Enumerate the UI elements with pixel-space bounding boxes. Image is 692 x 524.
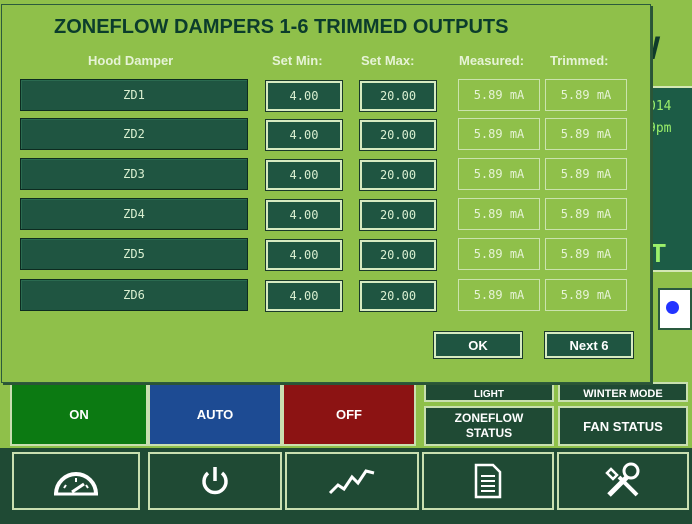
trimmed-outputs-dialog: ZONEFLOW DAMPERS 1-6 TRIMMED OUTPUTS Hoo… xyxy=(1,4,651,383)
background-status-fragment: T xyxy=(650,238,666,268)
off-button[interactable]: OFF xyxy=(282,382,416,446)
power-icon xyxy=(202,467,228,495)
damper-name-zd5: ZD5 xyxy=(20,238,248,270)
gauge-icon xyxy=(54,472,98,496)
trimmed-value-zd1: 5.89 mA xyxy=(545,79,627,111)
background-date: 014 xyxy=(648,99,672,114)
nav-tools-button[interactable] xyxy=(557,452,689,510)
column-header-trimmed: Trimmed: xyxy=(550,53,609,68)
damper-name-zd3: ZD3 xyxy=(20,158,248,190)
trend-icon xyxy=(328,469,375,495)
column-header-hood-damper: Hood Damper xyxy=(88,53,174,68)
trimmed-value-zd6: 5.89 mA xyxy=(545,279,627,311)
indicator-dot-icon xyxy=(666,301,679,314)
light-button[interactable]: LIGHT xyxy=(424,382,554,402)
set-max-input-zd2[interactable]: 20.00 xyxy=(360,120,436,150)
fan-status-button[interactable]: FAN STATUS xyxy=(558,406,688,446)
nav-trend-button[interactable] xyxy=(285,452,419,510)
on-button-label: ON xyxy=(69,406,89,422)
trimmed-value-zd5: 5.89 mA xyxy=(545,238,627,270)
measured-value-zd5: 5.89 mA xyxy=(458,238,540,270)
winter-mode-button[interactable]: WINTER MODE xyxy=(558,382,688,402)
winter-mode-button-label: WINTER MODE xyxy=(583,388,663,400)
dialog-title: ZONEFLOW DAMPERS 1-6 TRIMMED OUTPUTS xyxy=(54,16,509,38)
zoneflow-status-button-label: ZONEFLOW STATUS xyxy=(454,411,524,440)
damper-name-zd4: ZD4 xyxy=(20,198,248,230)
column-header-set-min: Set Min: xyxy=(272,53,323,68)
trimmed-value-zd4: 5.89 mA xyxy=(545,198,627,230)
set-min-input-zd1[interactable]: 4.00 xyxy=(266,81,342,111)
tools-icon xyxy=(605,462,640,497)
ok-button[interactable]: OK xyxy=(434,332,522,358)
next-6-button[interactable]: Next 6 xyxy=(545,332,633,358)
set-min-input-zd5[interactable]: 4.00 xyxy=(266,240,342,270)
set-min-input-zd3[interactable]: 4.00 xyxy=(266,160,342,190)
fan-status-button-label: FAN STATUS xyxy=(583,418,663,434)
set-max-input-zd3[interactable]: 20.00 xyxy=(360,160,436,190)
nav-gauge-button[interactable] xyxy=(12,452,140,510)
auto-button-label: AUTO xyxy=(196,406,234,422)
set-min-input-zd6[interactable]: 4.00 xyxy=(266,281,342,311)
damper-name-zd1: ZD1 xyxy=(20,79,248,111)
set-max-input-zd5[interactable]: 20.00 xyxy=(360,240,436,270)
damper-name-zd6: ZD6 xyxy=(20,279,248,311)
measured-value-zd6: 5.89 mA xyxy=(458,279,540,311)
background-time: 9pm xyxy=(648,121,672,136)
light-button-label: LIGHT xyxy=(474,389,504,400)
set-max-input-zd4[interactable]: 20.00 xyxy=(360,200,436,230)
trimmed-value-zd2: 5.89 mA xyxy=(545,118,627,150)
auto-button[interactable]: AUTO xyxy=(148,382,282,446)
document-icon xyxy=(474,463,502,499)
nav-power-button[interactable] xyxy=(148,452,282,510)
column-header-measured: Measured: xyxy=(459,53,525,68)
measured-value-zd4: 5.89 mA xyxy=(458,198,540,230)
measured-value-zd1: 5.89 mA xyxy=(458,79,540,111)
set-min-input-zd4[interactable]: 4.00 xyxy=(266,200,342,230)
damper-name-zd2: ZD2 xyxy=(20,118,248,150)
on-button[interactable]: ON xyxy=(10,382,148,446)
set-max-input-zd6[interactable]: 20.00 xyxy=(360,281,436,311)
measured-value-zd2: 5.89 mA xyxy=(458,118,540,150)
background-date-time: 014 9pm xyxy=(648,96,671,140)
column-header-set-max: Set Max: xyxy=(361,53,415,68)
trimmed-value-zd3: 5.89 mA xyxy=(545,158,627,190)
set-min-input-zd2[interactable]: 4.00 xyxy=(266,120,342,150)
measured-value-zd3: 5.89 mA xyxy=(458,158,540,190)
set-max-input-zd1[interactable]: 20.00 xyxy=(360,81,436,111)
off-button-label: OFF xyxy=(336,406,362,422)
zoneflow-status-button[interactable]: ZONEFLOW STATUS xyxy=(424,406,554,446)
nav-document-button[interactable] xyxy=(422,452,554,510)
